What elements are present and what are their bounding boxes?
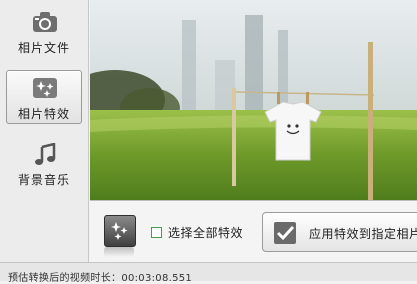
photo-preview [90, 0, 417, 201]
sidebar-item-label: 背景音乐 [17, 173, 70, 187]
sidebar-item-photo-files[interactable]: 相片文件 [6, 4, 82, 58]
estimated-duration-prefix: 预估转换后的视频时长： [8, 273, 122, 284]
music-note-icon [35, 143, 56, 165]
effects-toolbar: 选择全部特效 应用特效到指定相片 [90, 201, 417, 262]
effects-thumbnail-icon[interactable] [104, 215, 136, 247]
sidebar-item-label: 相片特效 [17, 107, 70, 121]
select-all-effects-label[interactable]: 选择全部特效 [168, 224, 243, 241]
apply-effects-button[interactable]: 应用特效到指定相片 [262, 212, 417, 252]
select-all-effects-checkbox[interactable] [151, 227, 162, 238]
estimated-duration-value: 00:03:08.551 [121, 273, 193, 284]
sidebar-item-background-music[interactable]: 背景音乐 [6, 136, 82, 190]
sidebar: 相片文件 相片特效 背景音乐 [0, 0, 89, 262]
estimated-duration-text: 预估转换后的视频时长：00:03:08.551 [8, 269, 192, 284]
apply-effects-label: 应用特效到指定相片 [309, 227, 417, 241]
sidebar-item-photo-effects[interactable]: 相片特效 [6, 70, 82, 124]
camera-icon [33, 12, 57, 32]
effects-thumbnail-reflection [104, 247, 134, 257]
apply-effects-icon [274, 222, 296, 244]
sidebar-item-label: 相片文件 [17, 41, 70, 55]
sparkle-effects-icon [33, 78, 57, 98]
status-bar: 预估转换后的视频时长：00:03:08.551 [0, 262, 417, 284]
